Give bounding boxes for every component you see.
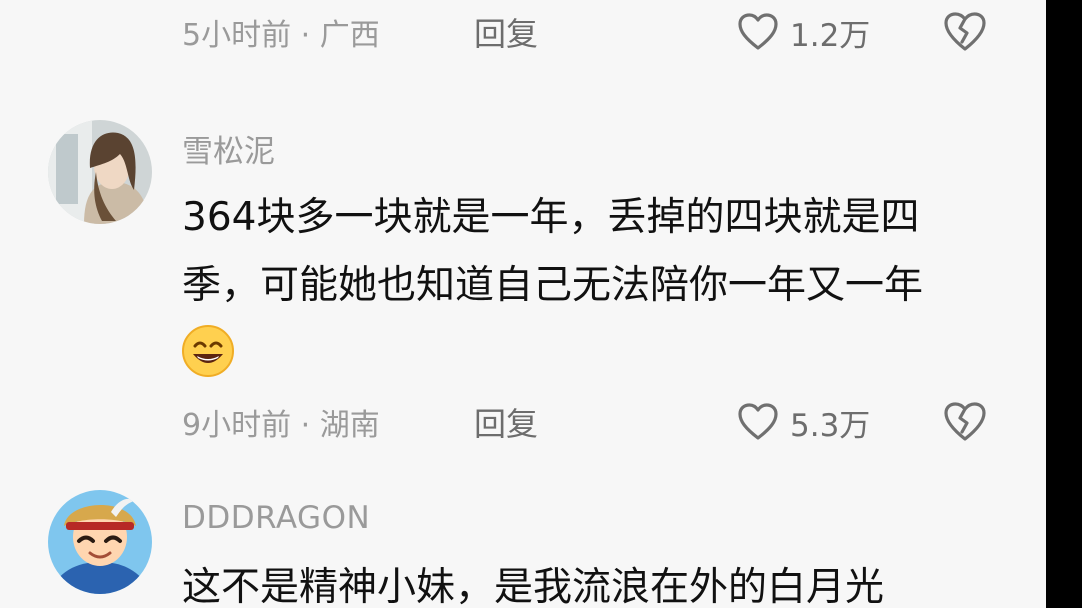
heart-outline-icon [738, 403, 778, 440]
comment-time-location: 5小时前 · 广西 [182, 18, 380, 53]
like-count: 1.2万 [790, 17, 871, 54]
comment-text-line-1: 这不是精神小妹，是我流浪在外的白月光 [182, 565, 885, 608]
comment-text-line-1: 364块多一块就是一年，丢掉的四块就是四 [182, 195, 920, 240]
like-count: 5.3万 [790, 407, 871, 444]
like-button[interactable]: 1.2万 [736, 8, 870, 56]
like-button[interactable]: 5.3万 [736, 398, 870, 446]
username[interactable]: DDDRAGON [182, 500, 370, 536]
user-avatar[interactable] [48, 490, 152, 594]
avatar-image [48, 120, 152, 224]
heart-outline-icon [738, 13, 778, 50]
broken-heart-icon[interactable] [942, 400, 988, 444]
comment-text-line-2: 季，可能她也知道自己无法陪你一年又一年 [182, 263, 924, 308]
reply-button[interactable]: 回复 [474, 8, 538, 56]
username[interactable]: 雪松泥 [182, 126, 275, 171]
broken-heart-icon[interactable] [942, 10, 988, 54]
comment-meta-row: 9小时前 · 湖南 回复 5.3万 [182, 398, 986, 446]
comment-time-location: 9小时前 · 湖南 [182, 408, 380, 443]
grinning-face-emoji [182, 325, 234, 377]
comment-page: 5小时前 · 广西 回复 1.2万 雪松泥 364块多一块就是一年，丢掉的四块就… [0, 0, 1082, 608]
reply-button[interactable]: 回复 [474, 398, 538, 446]
top-comment-meta-row: 5小时前 · 广西 回复 1.2万 [182, 8, 1002, 56]
user-avatar[interactable] [48, 120, 152, 224]
right-edge-bar [1046, 0, 1082, 608]
avatar-image [48, 490, 152, 594]
